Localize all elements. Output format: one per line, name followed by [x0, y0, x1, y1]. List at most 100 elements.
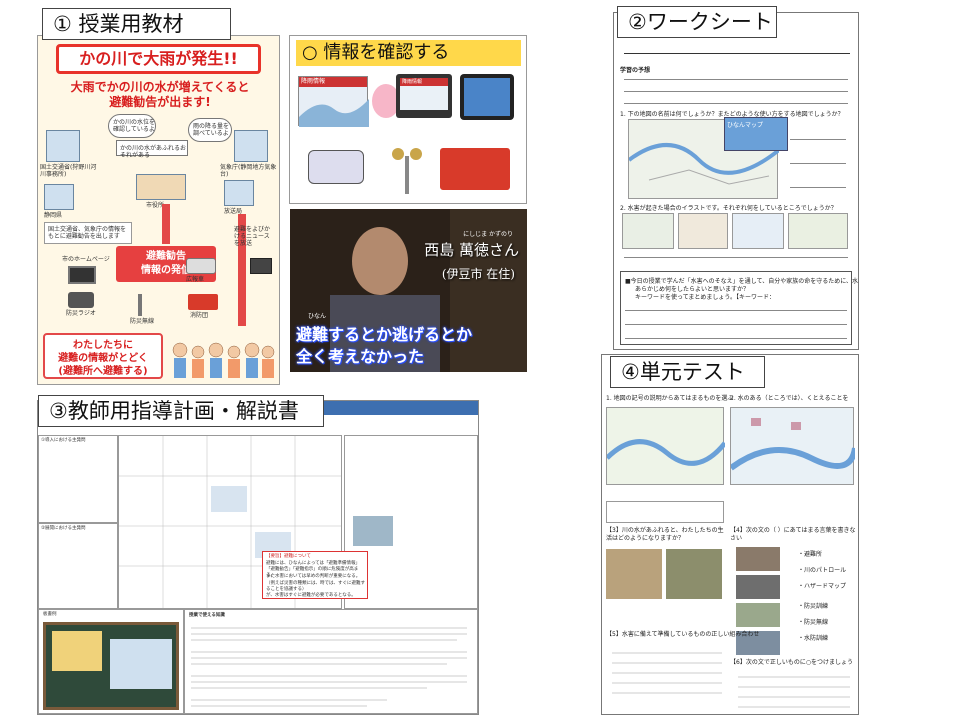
ws-q1-line-3 [790, 187, 846, 188]
subtitle-line-2: 全く考えなかった [296, 347, 425, 366]
material-subhead: 大雨でかの川の水が増えてくると 避難勧告が出ます! [50, 80, 270, 110]
ws-q3-line-3 [625, 338, 847, 339]
city-label: 市役所 [146, 202, 165, 209]
callout-river-level-text: かの川の水位を確認しているよ [113, 119, 156, 133]
test-choice-grid [606, 501, 724, 523]
test-opt-3: ・ハザードマップ [798, 583, 847, 590]
fire-truck-icon [440, 148, 510, 190]
plan-blackboard [43, 622, 179, 710]
ws-map-title: ひなんマップ [727, 122, 764, 129]
ws-q2-line [624, 257, 848, 258]
callout-rain-text: 雨の降る量を調べているよ [193, 123, 230, 137]
ws-illus-1 [622, 213, 674, 249]
interviewee-place: (伊豆市 在住) [441, 267, 515, 281]
kokudo-label: 国土交通省(狩野川河川事務所) [40, 164, 97, 178]
radio-icon [68, 292, 94, 308]
test-flood-photo-1 [606, 549, 662, 599]
plan-col-1-title: ①導入における主発問 [41, 438, 86, 443]
plan-note-title: 【要旨】避難について [266, 554, 311, 559]
test-q6-lines [738, 676, 850, 708]
ws-answer-line-3 [624, 103, 848, 104]
bottom-box: わたしたちに 避難の情報がとどく (避難所へ避難する) [43, 333, 163, 379]
test-q3: 【3】川の水があふれると、わたしたちの生活はどのようになりますか？ [606, 527, 724, 542]
plan-panel: ①導入における主発問 ②展開における主発問 【要旨】避難について 避難には、ひな… [37, 400, 479, 715]
note-text: 国土交通省、気象庁の情報をもとに避難勧告を出します [48, 226, 127, 240]
fire-label: 消防団 [190, 312, 209, 319]
ws-answer-line-2 [624, 91, 848, 92]
bottom-line-1: わたしたちに [73, 340, 133, 351]
plan-mountain-photo [353, 516, 393, 546]
city-building [136, 174, 186, 200]
material-subhead-line-1: 大雨でかの川の水が増えてくると [70, 80, 250, 94]
test-flood-photo-2 [666, 549, 722, 599]
subtitle-line-1: 避難するとか逃げるとか [296, 325, 473, 344]
test-map-left [605, 407, 727, 485]
ws-q1-line-2 [790, 163, 846, 164]
plan-note-2: また水害においては早めの判断が重要になる。 [266, 574, 361, 579]
main-arrow [162, 204, 170, 244]
wireless-label: 防災無線 [130, 318, 155, 325]
river-info-label: 降雨情報 [400, 78, 448, 86]
callout-overflow: かの川の水があふれるおそれがある [116, 140, 188, 159]
plan-col-2-title: ②展開における主発問 [41, 526, 86, 531]
ws-q2: 2. 水害が起きた場合のイラストです。それぞれ何をしているところでしょうか？ [620, 205, 837, 212]
plan-board-cell: 板書例 [38, 609, 184, 714]
callout-rain: 雨の降る量を調べているよ [188, 118, 232, 142]
plan-note-4: が、水害はすぐに避難が必要であるとなる。 [266, 593, 356, 598]
test-opt-2: ・川のパトロール [798, 567, 847, 574]
bottom-line-2: 避難の情報がとどく [58, 353, 148, 364]
test-map-right [729, 407, 858, 485]
test-q4: 【4】次の文の（ ）にあてはまる言葉を書きなさい [730, 527, 856, 542]
note-box: 国土交通省、気象庁の情報をもとに避難勧告を出します [44, 222, 132, 244]
ws-header-rule [624, 53, 850, 54]
test-photo-c [736, 603, 780, 627]
callout-river-level: かの川の水位を確認しているよ [108, 114, 156, 138]
radio-label: 防災ラジオ [66, 310, 96, 317]
test-q5: 【5】水害に備えて準備しているものの正しい組み合わせ [606, 631, 760, 638]
tv-icon [250, 258, 272, 274]
kishocho-label: 気象庁(静岡地方気象台) [220, 164, 277, 178]
test-opt-6: ・水防訓練 [798, 635, 829, 642]
ws-illus-2 [678, 213, 728, 249]
tablet-icon [460, 74, 514, 120]
video-panel: 西島 萬徳さん にしじま かずのり (伊豆市 在住) ひなん 避難するとか逃げる… [290, 209, 527, 372]
material-tag: ① 授業用教材 [42, 8, 231, 40]
test-opt-5: ・防災無線 [798, 619, 829, 626]
plan-tag: ③教師用指導計画・解説書 [38, 395, 324, 427]
test-photo-a [736, 547, 780, 571]
tv-building [224, 180, 254, 206]
info-panel: ○ 情報を確認する 降雨情報 降雨情報 [289, 35, 527, 204]
ws-illus-4 [788, 213, 848, 249]
car-label: 広報車 [186, 276, 205, 283]
plan-col-1-cell: ①導入における主発問 [38, 435, 118, 523]
ws-q3-line-2 [625, 324, 847, 325]
ws-answer-line-1 [624, 79, 848, 80]
info-title: ○ 情報を確認する [296, 40, 521, 66]
plan-note-3: （例えば災害の種類には、時では、すぐに避難することを協議する） [266, 581, 365, 592]
firetruck-icon [188, 294, 218, 310]
bottom-line-3: (避難所へ避難する) [58, 366, 148, 377]
pref-building [44, 184, 74, 210]
ws-q-head: 学習の予想 [620, 67, 651, 74]
laptop-icon [68, 266, 96, 284]
car-icon [186, 258, 216, 274]
plan-knowledge-title: 授業で使える知識 [189, 613, 225, 618]
monitor-icon: 降雨情報 [396, 74, 452, 118]
interviewee-name: 西島 萬徳さん [424, 241, 519, 259]
plan-col-2-cell: ②展開における主発問 [38, 523, 118, 609]
material-panel: かの川で大雨が発生!! 大雨でかの川の水が増えてくると 避難勧告が出ます! かの… [37, 35, 280, 385]
ws-q3c: キーワードを使ってまとめましょう。【キーワード： [635, 294, 776, 301]
plan-note-box: 【要旨】避難について 避難には、ひなんによっては「避難準備情報」「避難勧告」「避… [262, 551, 368, 599]
test-q2: 2. 水のある（ところでは）、くとえることを [730, 395, 849, 402]
test-q6: 【6】次の文で正しいものに○をつけましょう [730, 659, 854, 666]
news-label: 避難をよびかけるニュースを放送 [234, 226, 271, 247]
ws-illus-3 [732, 213, 784, 249]
worksheet-panel: 学習の予想 1. 下の地図の名前は何でしょうか？またどのような使い方をする地図で… [613, 12, 859, 350]
test-tag: ④単元テスト [610, 356, 765, 388]
test-opt-1: ・避難所 [798, 551, 823, 558]
rain-radar-label: 降雨情報 [299, 77, 367, 87]
test-panel: 1. 地図の記号の説明からあてはまるものを選ぶ 2. 水のある（ところでは）、く… [601, 354, 859, 715]
kishocho-building [234, 130, 268, 162]
test-q1: 1. 地図の記号の説明からあてはまるものを選ぶ [606, 395, 734, 402]
pref-label: 静岡県 [44, 212, 63, 219]
